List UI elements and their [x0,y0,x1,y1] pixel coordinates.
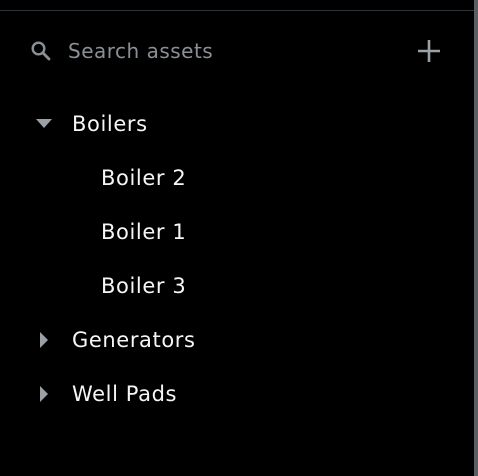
tree-group-label: Generators [72,328,196,352]
tree-item-boiler-1[interactable]: Boiler 1 [0,205,474,259]
tree-group-label: Boilers [72,112,148,136]
caret-right-icon[interactable] [33,329,55,351]
tree-item-boiler-3[interactable]: Boiler 3 [0,259,474,313]
search-input[interactable] [68,36,388,66]
tree-item-label: Boiler 3 [101,274,187,298]
panel-scrollbar[interactable] [474,0,478,476]
top-divider [0,10,474,11]
asset-panel: Boilers Boiler 2 Boiler 1 Boiler 3 Gener… [0,0,478,476]
tree-group-generators[interactable]: Generators [0,313,474,367]
tree-item-label: Boiler 2 [101,166,187,190]
tree-item-label: Boiler 1 [101,220,187,244]
add-asset-button[interactable] [414,36,444,66]
tree-group-label: Well Pads [72,382,178,406]
search-icon [30,40,52,62]
tree-group-well-pads[interactable]: Well Pads [0,367,474,421]
search-bar [30,32,450,70]
asset-tree: Boilers Boiler 2 Boiler 1 Boiler 3 Gener… [0,97,474,421]
caret-down-icon[interactable] [33,113,55,135]
tree-item-boiler-2[interactable]: Boiler 2 [0,151,474,205]
caret-right-icon[interactable] [33,383,55,405]
tree-group-boilers[interactable]: Boilers [0,97,474,151]
plus-icon [418,40,440,62]
